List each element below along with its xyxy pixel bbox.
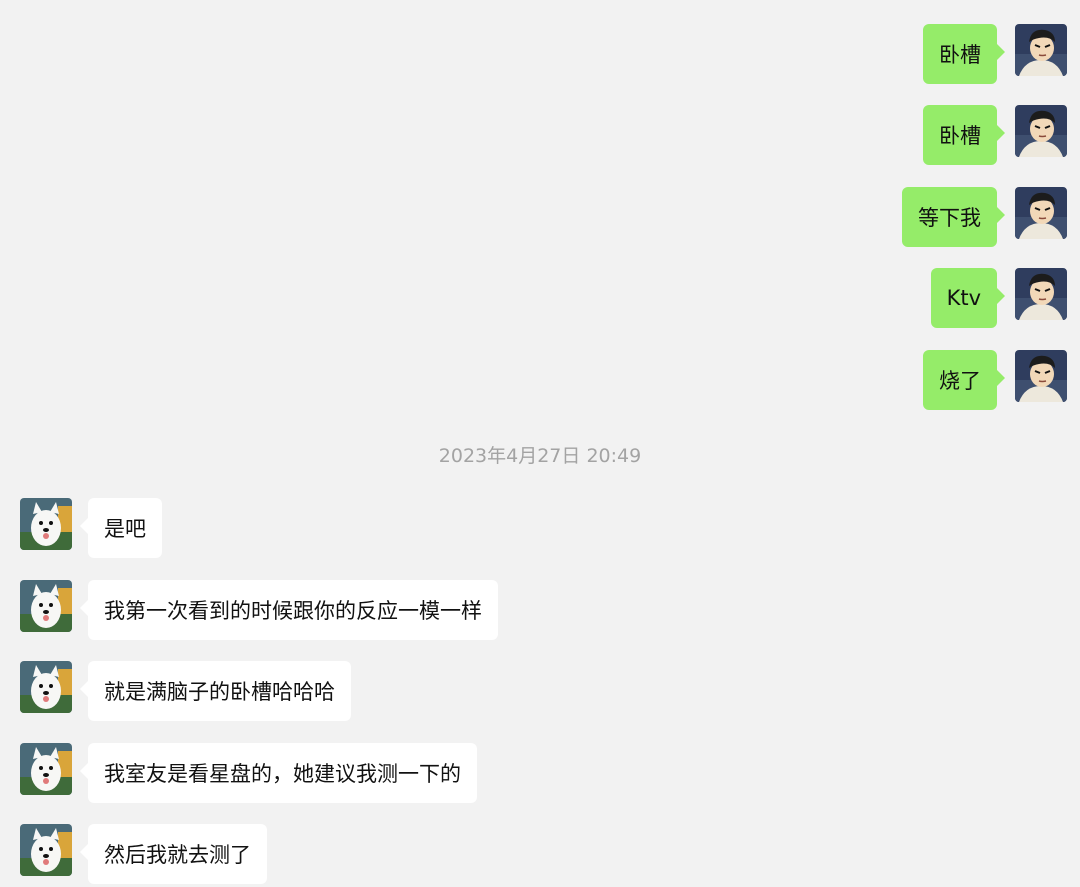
received-message: 我第一次看到的时候跟你的反应一模一样 <box>20 580 498 640</box>
sent-message-bubble[interactable]: 等下我 <box>902 187 1005 247</box>
cartoon-man-avatar-icon[interactable] <box>1015 187 1067 239</box>
received-message-bubble[interactable]: 然后我就去测了 <box>80 824 267 884</box>
white-dog-avatar-icon[interactable] <box>20 498 72 550</box>
received-message-bubble[interactable]: 就是满脑子的卧槽哈哈哈 <box>80 661 351 721</box>
sent-message: Ktv <box>930 268 1067 328</box>
received-message: 是吧 <box>20 498 162 558</box>
received-message-bubble[interactable]: 是吧 <box>80 498 162 558</box>
white-dog-avatar-icon[interactable] <box>20 661 72 713</box>
received-message-bubble[interactable]: 我第一次看到的时候跟你的反应一模一样 <box>80 580 498 640</box>
cartoon-man-avatar-icon[interactable] <box>1015 268 1067 320</box>
cartoon-man-avatar-icon[interactable] <box>1015 350 1067 402</box>
sent-message-bubble[interactable]: Ktv <box>930 268 1006 328</box>
timestamp: 2023年4月27日 20:49 <box>438 445 642 467</box>
cartoon-man-avatar-icon[interactable] <box>1015 24 1067 76</box>
cartoon-man-avatar-icon[interactable] <box>1015 105 1067 157</box>
white-dog-avatar-icon[interactable] <box>20 743 72 795</box>
sent-message: 卧槽 <box>923 105 1067 165</box>
sent-message: 等下我 <box>902 187 1067 247</box>
sent-message: 烧了 <box>923 350 1067 410</box>
received-message: 就是满脑子的卧槽哈哈哈 <box>20 661 351 721</box>
sent-message-bubble[interactable]: 卧槽 <box>923 105 1005 165</box>
sent-message-bubble[interactable]: 烧了 <box>923 350 1005 410</box>
chat-thread: 卧槽 卧槽 等下我 Ktv 烧了 2023年4月27日 20:49 是吧 我第一… <box>0 0 1080 887</box>
received-message: 我室友是看星盘的，她建议我测一下的 <box>20 743 477 803</box>
white-dog-avatar-icon[interactable] <box>20 580 72 632</box>
sent-message: 卧槽 <box>923 24 1067 84</box>
received-message: 然后我就去测了 <box>20 824 267 884</box>
sent-message-bubble[interactable]: 卧槽 <box>923 24 1005 84</box>
received-message-bubble[interactable]: 我室友是看星盘的，她建议我测一下的 <box>80 743 477 803</box>
white-dog-avatar-icon[interactable] <box>20 824 72 876</box>
